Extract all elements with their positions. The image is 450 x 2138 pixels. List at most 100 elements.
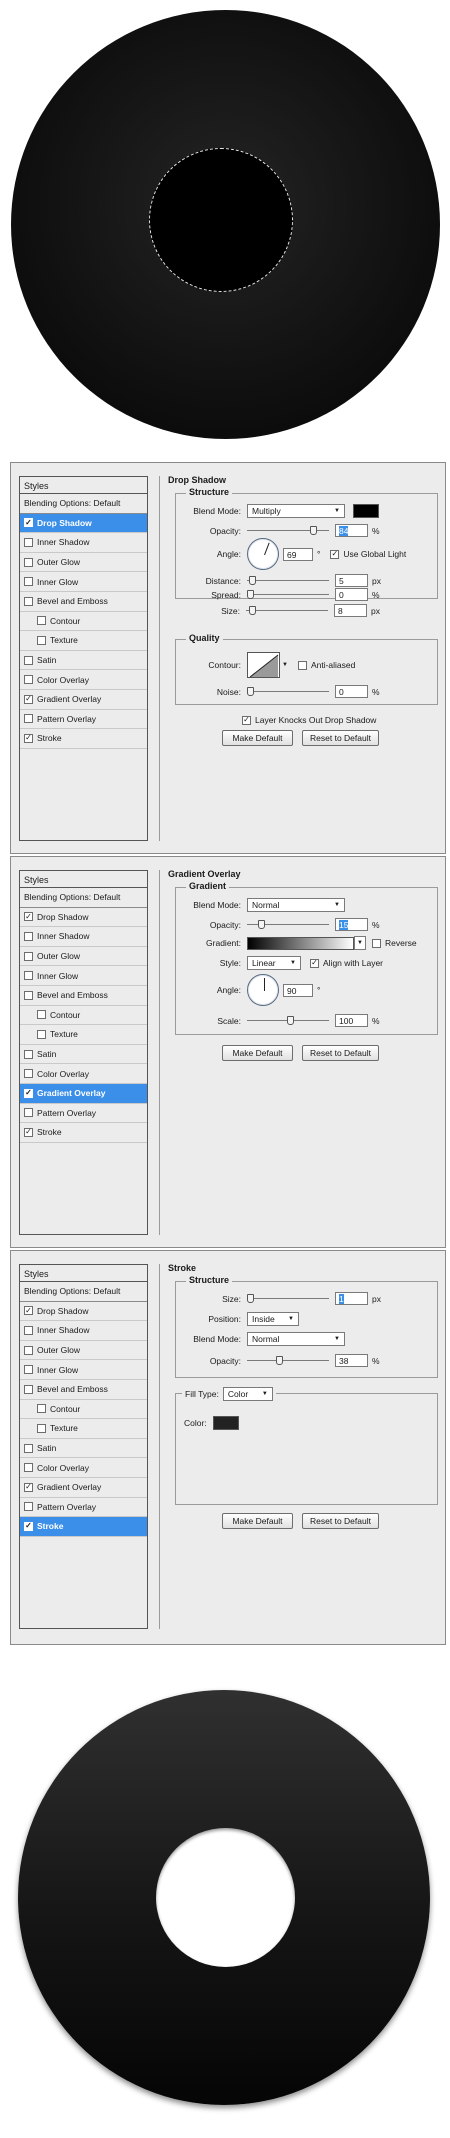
slider-thumb[interactable] xyxy=(247,686,254,696)
style-checkbox[interactable] xyxy=(37,1423,46,1433)
blending-options-item[interactable]: Blending Options: Default xyxy=(20,494,147,514)
style-item-satin[interactable]: Satin xyxy=(20,1439,147,1459)
style-item-inner-glow[interactable]: Inner Glow xyxy=(20,572,147,592)
reset-to-default-button[interactable]: Reset to Default xyxy=(302,730,379,746)
contour-picker[interactable] xyxy=(247,652,280,678)
style-item-bevel-and-emboss[interactable]: Bevel and Emboss xyxy=(20,1380,147,1400)
opacity-input[interactable]: 38 xyxy=(335,1354,368,1367)
style-checkbox[interactable]: ✓ xyxy=(24,518,33,528)
style-checkbox[interactable] xyxy=(24,1345,33,1355)
style-item-gradient-overlay[interactable]: ✓ Gradient Overlay xyxy=(20,1083,147,1104)
distance-slider[interactable] xyxy=(247,575,329,586)
style-item-inner-shadow[interactable]: Inner Shadow xyxy=(20,927,147,947)
style-item-color-overlay[interactable]: Color Overlay xyxy=(20,1064,147,1084)
style-item-bevel-and-emboss[interactable]: Bevel and Emboss xyxy=(20,986,147,1006)
use-global-light-checkbox[interactable]: ✓ xyxy=(330,549,340,559)
style-item-drop-shadow[interactable]: ✓ Drop Shadow xyxy=(20,513,147,534)
style-item-inner-shadow[interactable]: Inner Shadow xyxy=(20,1321,147,1341)
style-checkbox[interactable] xyxy=(24,557,33,567)
style-checkbox[interactable] xyxy=(24,1069,33,1079)
spread-slider[interactable] xyxy=(247,589,329,600)
style-checkbox[interactable] xyxy=(24,1463,33,1473)
style-item-texture[interactable]: Texture xyxy=(20,1025,147,1045)
chevron-down-icon[interactable]: ▼ xyxy=(282,662,288,668)
opacity-slider[interactable] xyxy=(247,1355,329,1366)
style-item-contour[interactable]: Contour xyxy=(20,1006,147,1026)
reset-to-default-button[interactable]: Reset to Default xyxy=(302,1045,379,1061)
style-checkbox[interactable] xyxy=(24,1325,33,1335)
style-checkbox[interactable] xyxy=(37,1029,46,1039)
reverse-checkbox[interactable] xyxy=(372,938,381,948)
slider-thumb[interactable] xyxy=(287,1015,294,1025)
stroke-color-swatch[interactable] xyxy=(212,1416,239,1430)
style-checkbox[interactable]: ✓ xyxy=(24,1482,33,1492)
style-item-satin[interactable]: Satin xyxy=(20,651,147,671)
blending-options-item[interactable]: Blending Options: Default xyxy=(20,1282,147,1302)
style-item-pattern-overlay[interactable]: Pattern Overlay xyxy=(20,1498,147,1518)
style-checkbox[interactable] xyxy=(24,951,33,961)
style-checkbox[interactable] xyxy=(24,971,33,981)
gradient-dropdown[interactable]: ▼ xyxy=(354,936,366,950)
style-checkbox[interactable] xyxy=(37,635,46,645)
style-item-inner-shadow[interactable]: Inner Shadow xyxy=(20,533,147,553)
style-checkbox[interactable] xyxy=(37,1010,46,1020)
style-item-pattern-overlay[interactable]: Pattern Overlay xyxy=(20,1104,147,1124)
style-item-outer-glow[interactable]: Outer Glow xyxy=(20,947,147,967)
fill-type-dropdown[interactable]: Color ▼ xyxy=(222,1387,273,1401)
style-item-pattern-overlay[interactable]: Pattern Overlay xyxy=(20,710,147,730)
angle-dial[interactable] xyxy=(247,538,279,570)
spread-input[interactable]: 0 xyxy=(335,588,368,601)
style-item-stroke[interactable]: ✓ Stroke xyxy=(20,729,147,749)
reset-to-default-button[interactable]: Reset to Default xyxy=(302,1513,379,1529)
style-checkbox[interactable] xyxy=(24,577,33,587)
slider-thumb[interactable] xyxy=(247,1293,254,1303)
angle-dial[interactable] xyxy=(247,974,279,1006)
slider-thumb[interactable] xyxy=(249,575,256,585)
style-item-color-overlay[interactable]: Color Overlay xyxy=(20,1458,147,1478)
knocks-out-checkbox[interactable]: ✓ xyxy=(242,715,251,725)
slider-thumb[interactable] xyxy=(258,919,266,929)
make-default-button[interactable]: Make Default xyxy=(222,1045,293,1061)
size-input[interactable]: 8 xyxy=(334,604,367,617)
position-dropdown[interactable]: Inside ▼ xyxy=(247,1312,299,1326)
blend-mode-dropdown[interactable]: Normal ▼ xyxy=(247,898,345,912)
style-item-drop-shadow[interactable]: ✓ Drop Shadow xyxy=(20,1302,147,1322)
style-checkbox[interactable] xyxy=(24,1365,33,1375)
style-item-drop-shadow[interactable]: ✓ Drop Shadow xyxy=(20,908,147,928)
scale-input[interactable]: 100 xyxy=(335,1014,368,1027)
slider-thumb[interactable] xyxy=(275,1355,283,1365)
style-checkbox[interactable] xyxy=(24,1108,33,1118)
distance-input[interactable]: 5 xyxy=(335,574,368,587)
align-with-layer-checkbox[interactable]: ✓ xyxy=(310,958,319,968)
blending-options-item[interactable]: Blending Options: Default xyxy=(20,888,147,908)
style-checkbox[interactable]: ✓ xyxy=(24,912,33,922)
style-checkbox[interactable] xyxy=(24,931,33,941)
style-item-texture[interactable]: Texture xyxy=(20,631,147,651)
style-item-stroke[interactable]: ✓ Stroke xyxy=(20,1123,147,1143)
make-default-button[interactable]: Make Default xyxy=(222,1513,293,1529)
style-item-bevel-and-emboss[interactable]: Bevel and Emboss xyxy=(20,592,147,612)
style-checkbox[interactable]: ✓ xyxy=(24,694,33,704)
style-checkbox[interactable]: ✓ xyxy=(24,1521,33,1531)
style-checkbox[interactable] xyxy=(24,596,33,606)
style-checkbox[interactable] xyxy=(37,616,46,626)
opacity-slider[interactable] xyxy=(247,525,329,536)
style-checkbox[interactable]: ✓ xyxy=(24,1127,33,1137)
style-item-gradient-overlay[interactable]: ✓ Gradient Overlay xyxy=(20,1478,147,1498)
gradient-preview[interactable] xyxy=(247,936,354,950)
style-checkbox[interactable] xyxy=(24,1049,33,1059)
style-checkbox[interactable]: ✓ xyxy=(24,1306,33,1316)
style-item-stroke[interactable]: ✓ Stroke xyxy=(20,1517,147,1537)
style-checkbox[interactable] xyxy=(24,655,33,665)
scale-slider[interactable] xyxy=(247,1015,329,1026)
style-checkbox[interactable] xyxy=(37,1404,46,1414)
style-item-outer-glow[interactable]: Outer Glow xyxy=(20,553,147,573)
style-item-inner-glow[interactable]: Inner Glow xyxy=(20,966,147,986)
noise-slider[interactable] xyxy=(247,686,329,697)
opacity-input[interactable]: 15 xyxy=(335,918,368,931)
style-item-outer-glow[interactable]: Outer Glow xyxy=(20,1341,147,1361)
slider-thumb[interactable] xyxy=(310,525,317,535)
style-checkbox[interactable] xyxy=(24,537,33,547)
style-checkbox[interactable] xyxy=(24,1384,33,1394)
style-item-inner-glow[interactable]: Inner Glow xyxy=(20,1360,147,1380)
